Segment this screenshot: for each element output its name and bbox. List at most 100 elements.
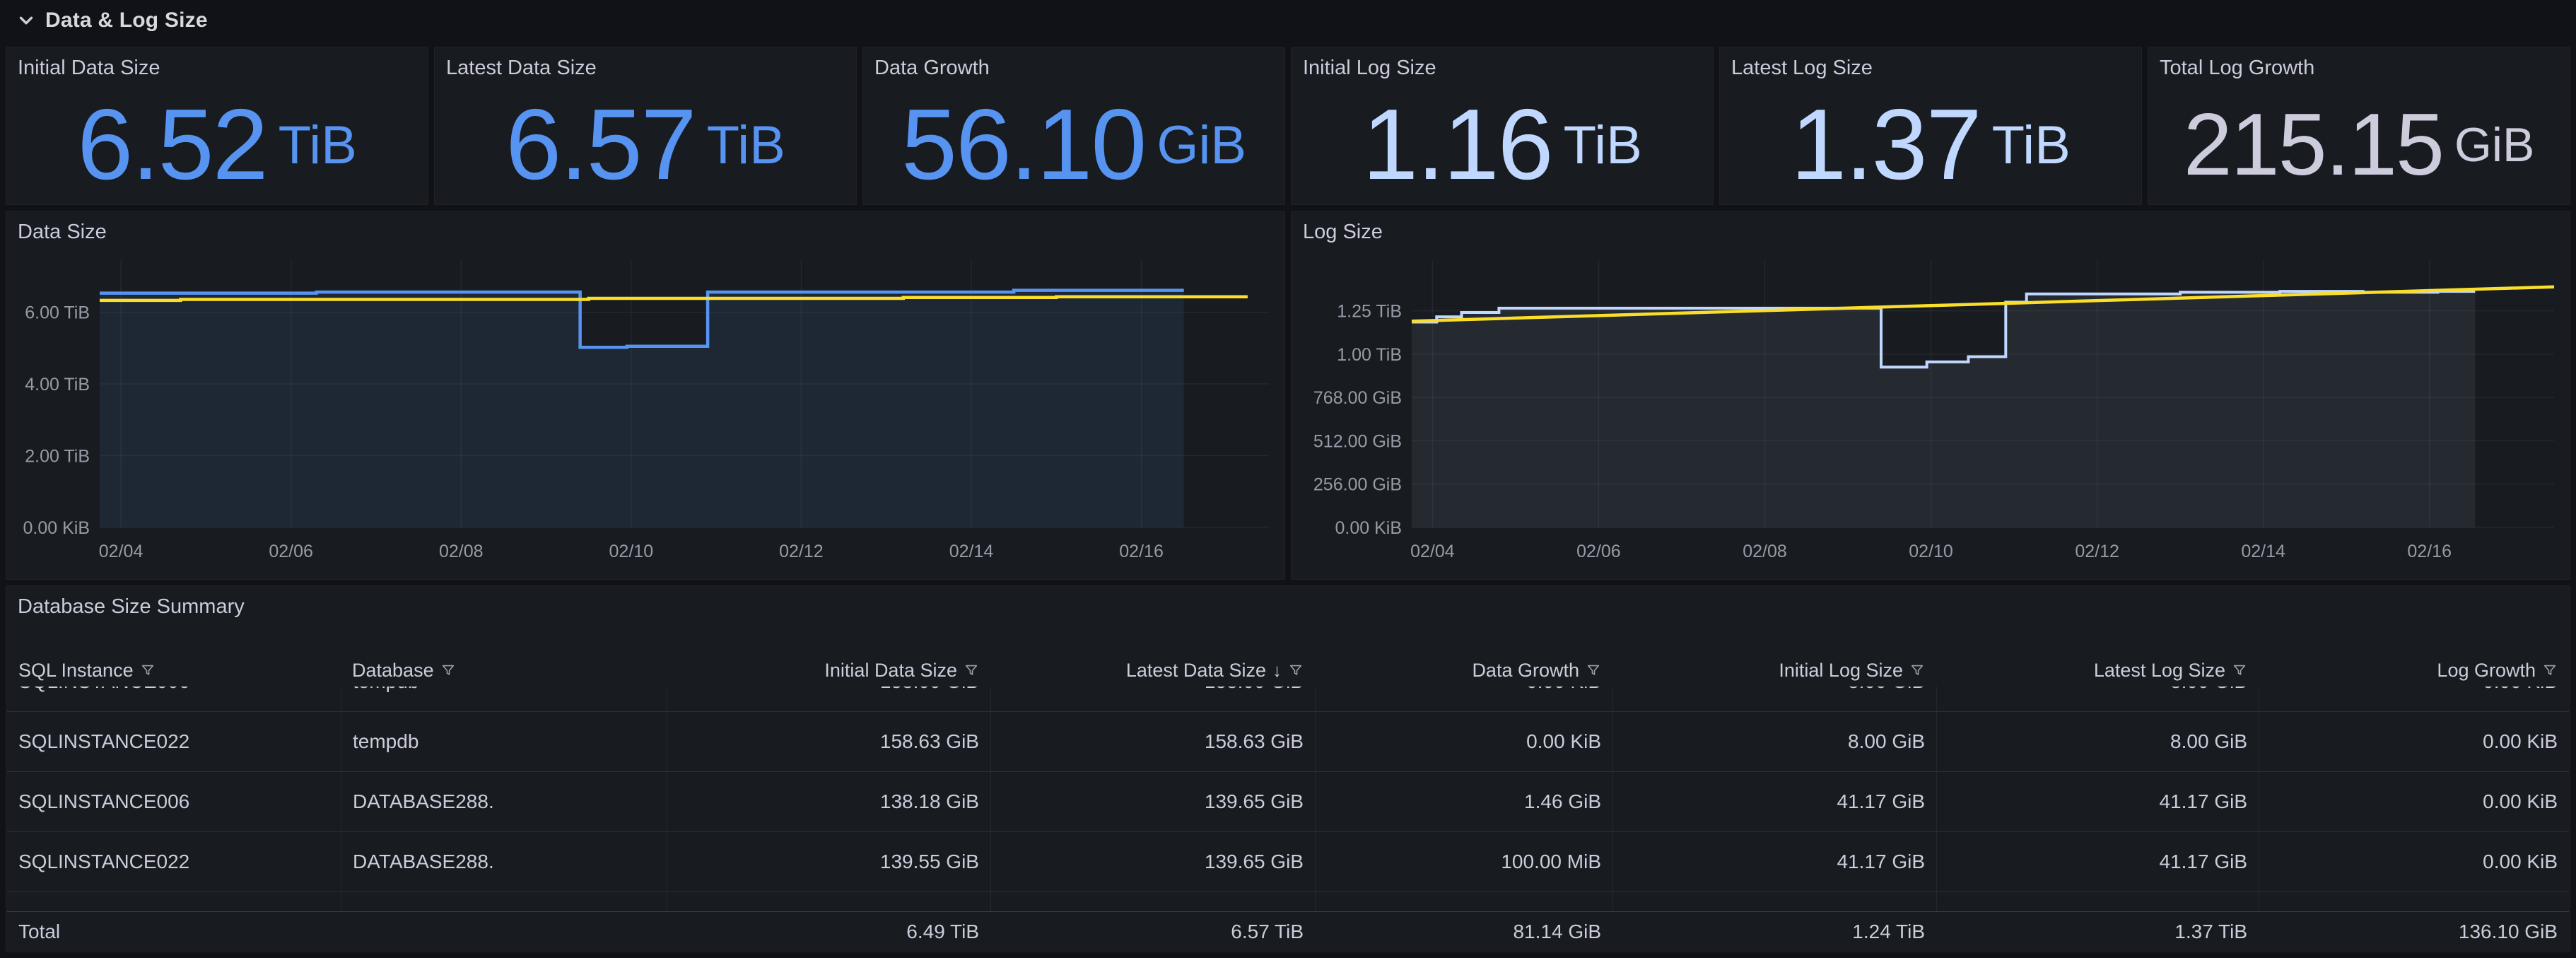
log-size-chart-plot[interactable]: 0.00 KiB256.00 GiB512.00 GiB768.00 GiB1.… [1292, 211, 2570, 579]
stat-value: 6.57 TiB [435, 93, 856, 197]
column-header-database[interactable]: Database [341, 660, 667, 682]
table-cell: 8.00 GiB [1612, 712, 1936, 771]
panel-title[interactable]: Data Size [18, 220, 107, 244]
column-header-sql-instance[interactable]: SQL Instance [7, 660, 341, 682]
sort-desc-icon[interactable]: ↓ [1272, 660, 1282, 682]
y-axis-tick-label: 0.00 KiB [23, 518, 90, 538]
total-cell: 1.24 TiB [1612, 921, 1936, 943]
column-header-label[interactable]: Latest Log Size [2094, 660, 2225, 682]
x-axis-tick-label: 02/12 [2075, 542, 2119, 561]
table-cell: 139.55 GiB [667, 832, 990, 892]
dashboard-row-header[interactable]: Data & Log Size [0, 0, 2576, 41]
table-cell: 139.65 GiB [990, 772, 1315, 831]
x-axis-tick-label: 02/10 [1909, 542, 1953, 561]
log-size-chart-panel: Log Size 0.00 KiB256.00 GiB512.00 GiB768… [1291, 211, 2570, 580]
table-row: SQLINSTANCE022DATABASE288.139.55 GiB139.… [7, 832, 2569, 892]
table-cell: DATABASE288. [341, 772, 667, 831]
column-header-label[interactable]: Log Growth [2437, 660, 2536, 682]
stat-unit: GiB [2454, 117, 2534, 173]
total-log-size-area [1412, 291, 2475, 527]
stat-panel-initial-log-size: Initial Log Size 1.16 TiB [1291, 47, 1714, 205]
filter-icon[interactable] [1288, 662, 1304, 678]
panel-title[interactable]: Total Log Growth [2160, 56, 2314, 80]
stat-value: 56.10 GiB [863, 93, 1284, 197]
table-cell: SQLINSTANCE022 [7, 712, 341, 771]
section-title[interactable]: Data & Log Size [45, 8, 208, 33]
table-cell: 1.46 GiB [1315, 772, 1612, 831]
panel-title[interactable]: Latest Data Size [446, 56, 597, 80]
stat-value: 6.52 TiB [6, 93, 428, 197]
total-data-size-area [100, 291, 1184, 527]
table-cell: DATABASE288. [341, 832, 667, 892]
table-header-row: SQL Instance Database Initial Data Size Lat… [7, 654, 2569, 687]
table-cell: 41.17 GiB [1612, 772, 1936, 831]
table-cell [1936, 892, 2259, 911]
stat-unit: TiB [279, 115, 357, 176]
panel-title[interactable]: Latest Log Size [1731, 56, 1873, 80]
data-size-chart-plot[interactable]: 0.00 KiB2.00 TiB4.00 TiB6.00 TiB02/0402/… [6, 211, 1284, 579]
column-header-latest-log-size[interactable]: Latest Log Size [1936, 660, 2259, 682]
total-cell: 1.37 TiB [1936, 921, 2259, 943]
stat-value: 215.15 GiB [2148, 93, 2570, 197]
stat-value: 1.37 TiB [1720, 93, 2141, 197]
column-header-log-growth[interactable]: Log Growth [2259, 660, 2569, 682]
x-axis-tick-label: 02/10 [609, 542, 654, 561]
column-header-data-growth[interactable]: Data Growth [1315, 660, 1612, 682]
column-header-label[interactable]: SQL Instance [18, 660, 134, 682]
table-cell: SQLINSTANCE006 [7, 772, 341, 831]
filter-icon[interactable] [2542, 662, 2558, 678]
table-cell: 138.18 GiB [667, 772, 990, 831]
chevron-down-icon[interactable] [16, 10, 37, 31]
column-header-label[interactable]: Initial Data Size [824, 660, 957, 682]
column-header-label[interactable]: Initial Log Size [1779, 660, 1903, 682]
panel-title[interactable]: Data Growth [874, 56, 990, 80]
x-axis-tick-label: 02/08 [439, 542, 484, 561]
panel-title[interactable]: Database Size Summary [18, 595, 245, 619]
table-cell: 41.17 GiB [1936, 832, 2259, 892]
filter-icon[interactable] [964, 662, 979, 678]
panel-title[interactable]: Log Size [1303, 220, 1383, 244]
stat-number: 56.10 [901, 95, 1145, 195]
stat-value: 1.16 TiB [1292, 93, 1713, 197]
filter-icon[interactable] [440, 662, 456, 678]
x-axis-tick-label: 02/14 [949, 542, 994, 561]
table-row: SQLINSTANCE006tempdb158.00 GiB158.00 GiB… [7, 687, 2569, 712]
y-axis-tick-label: 0.00 KiB [1335, 518, 1402, 538]
table-cell: 100.00 MiB [1315, 832, 1612, 892]
filter-icon[interactable] [1909, 662, 1925, 678]
chart-canvas[interactable]: 0.00 KiB256.00 GiB512.00 GiB768.00 GiB1.… [1292, 211, 2570, 579]
y-axis-tick-label: 1.25 TiB [1337, 302, 1402, 322]
x-axis-tick-label: 02/14 [2241, 542, 2285, 561]
table-cell [1612, 892, 1936, 911]
x-axis-tick-label: 02/04 [1410, 542, 1455, 561]
panel-title[interactable]: Initial Data Size [18, 56, 160, 80]
stat-number: 1.37 [1791, 95, 1980, 195]
y-axis-tick-label: 2.00 TiB [25, 447, 90, 467]
panel-title[interactable]: Initial Log Size [1303, 56, 1436, 80]
table-cell: 0.00 KiB [2259, 772, 2569, 831]
x-axis-tick-label: 02/06 [269, 542, 313, 561]
column-header-label[interactable]: Database [352, 660, 434, 682]
filter-icon[interactable] [2232, 662, 2247, 678]
table-row: SQLINSTANCE022tempdb158.63 GiB158.63 GiB… [7, 712, 2569, 772]
column-header-initial-log-size[interactable]: Initial Log Size [1612, 660, 1936, 682]
table-row-empty [7, 892, 2569, 911]
column-header-latest-data-size[interactable]: Latest Data Size ↓ [990, 660, 1315, 682]
table-cell [667, 892, 990, 911]
stat-number: 215.15 [2184, 101, 2443, 189]
table-cell [2259, 892, 2569, 911]
column-header-label[interactable]: Latest Data Size [1126, 660, 1266, 682]
y-axis-tick-label: 4.00 TiB [25, 375, 90, 395]
filter-icon[interactable] [1586, 662, 1601, 678]
table-cell: 8.00 GiB [1936, 687, 2259, 711]
stat-number: 6.57 [505, 95, 695, 195]
column-header-label[interactable]: Data Growth [1472, 660, 1579, 682]
x-axis-tick-label: 02/08 [1743, 542, 1787, 561]
column-header-initial-data-size[interactable]: Initial Data Size [667, 660, 990, 682]
filter-icon[interactable] [140, 662, 156, 678]
y-axis-tick-label: 6.00 TiB [25, 303, 90, 323]
chart-canvas[interactable]: 0.00 KiB2.00 TiB4.00 TiB6.00 TiB02/0402/… [6, 211, 1284, 579]
table-cell: 0.00 KiB [2259, 712, 2569, 771]
stat-unit: TiB [707, 115, 785, 176]
table-cell: 158.63 GiB [667, 712, 990, 771]
